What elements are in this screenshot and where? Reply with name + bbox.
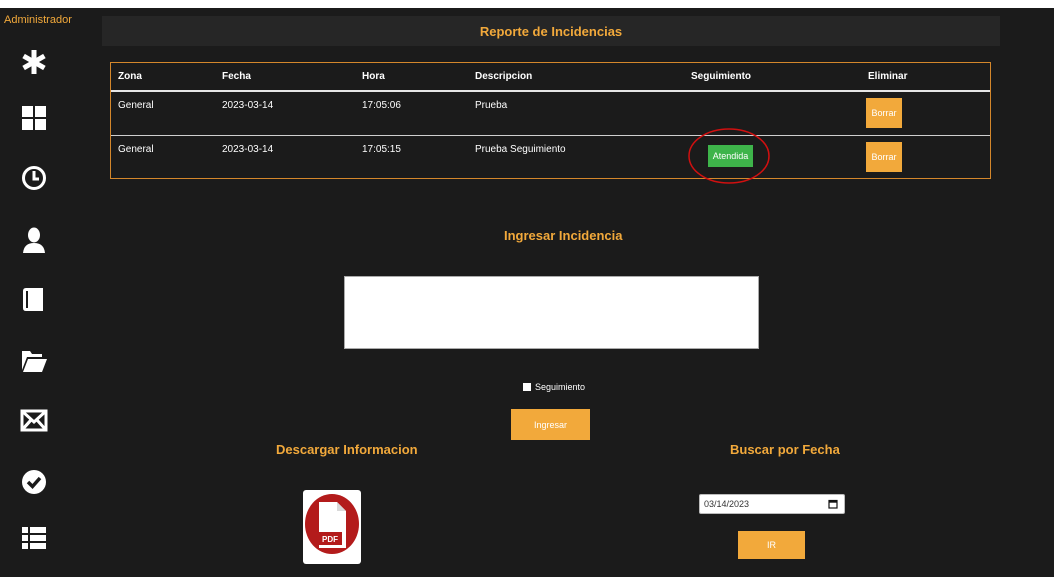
pdf-download-icon[interactable]: PDF [303, 490, 361, 564]
book-icon[interactable] [20, 285, 48, 313]
search-go-button[interactable]: IR [738, 531, 805, 559]
page: Administrador Reporte de Incidencias Zon… [0, 8, 1054, 577]
date-input-value: 03/14/2023 [704, 499, 750, 509]
cell-fecha: 2023-03-14 [222, 100, 274, 111]
envelope-icon[interactable] [20, 406, 48, 434]
page-header: Reporte de Incidencias [102, 16, 1000, 46]
cell-hora: 17:05:15 [362, 144, 401, 155]
form-title: Ingresar Incidencia [504, 228, 623, 243]
follow-up-checkbox-row[interactable]: Seguimiento [523, 382, 585, 392]
calendar-icon[interactable] [828, 499, 838, 509]
column-header-seguimiento: Seguimiento [691, 71, 752, 82]
date-input[interactable]: 03/14/2023 [699, 494, 845, 514]
dashboard-grid-icon[interactable] [20, 104, 48, 132]
follow-up-checkbox[interactable] [523, 383, 531, 391]
table-row: General 2023-03-14 17:05:15 Prueba Segui… [111, 136, 990, 179]
asterisk-icon[interactable] [20, 48, 48, 76]
column-header-descripcion: Descripcion [475, 71, 533, 82]
search-title: Buscar por Fecha [730, 442, 840, 457]
sidebar: Administrador [0, 8, 82, 577]
admin-label: Administrador [4, 14, 72, 26]
list-icon[interactable] [20, 524, 48, 552]
incidents-table: Zona Fecha Hora Descripcion Seguimiento … [110, 62, 991, 179]
check-circle-icon[interactable] [20, 468, 48, 496]
cell-descripcion: Prueba Seguimiento [475, 144, 566, 155]
cell-fecha: 2023-03-14 [222, 144, 274, 155]
clock-icon[interactable] [20, 164, 48, 192]
column-header-fecha: Fecha [222, 71, 251, 82]
table-row: General 2023-03-14 17:05:06 Prueba Borra… [111, 92, 990, 136]
submit-button[interactable]: Ingresar [511, 409, 590, 440]
column-header-hora: Hora [362, 71, 385, 82]
page-title: Reporte de Incidencias [479, 23, 623, 39]
cell-zona: General [118, 144, 154, 155]
follow-up-checkbox-label: Seguimiento [535, 382, 586, 392]
column-header-eliminar: Eliminar [868, 71, 908, 82]
delete-button[interactable]: Borrar [866, 142, 902, 172]
table-header-row: Zona Fecha Hora Descripcion Seguimiento … [111, 63, 990, 92]
download-title: Descargar Informacion [276, 442, 418, 457]
folder-open-icon[interactable] [20, 346, 48, 374]
cell-zona: General [118, 100, 154, 111]
attended-status-button[interactable]: Atendida [708, 145, 753, 167]
pdf-label: PDF [322, 535, 338, 544]
cell-hora: 17:05:06 [362, 100, 401, 111]
cell-descripcion: Prueba [475, 100, 508, 111]
incident-textarea[interactable] [344, 276, 759, 349]
delete-button[interactable]: Borrar [866, 98, 902, 128]
column-header-zona: Zona [118, 71, 142, 82]
user-icon[interactable] [20, 226, 48, 254]
